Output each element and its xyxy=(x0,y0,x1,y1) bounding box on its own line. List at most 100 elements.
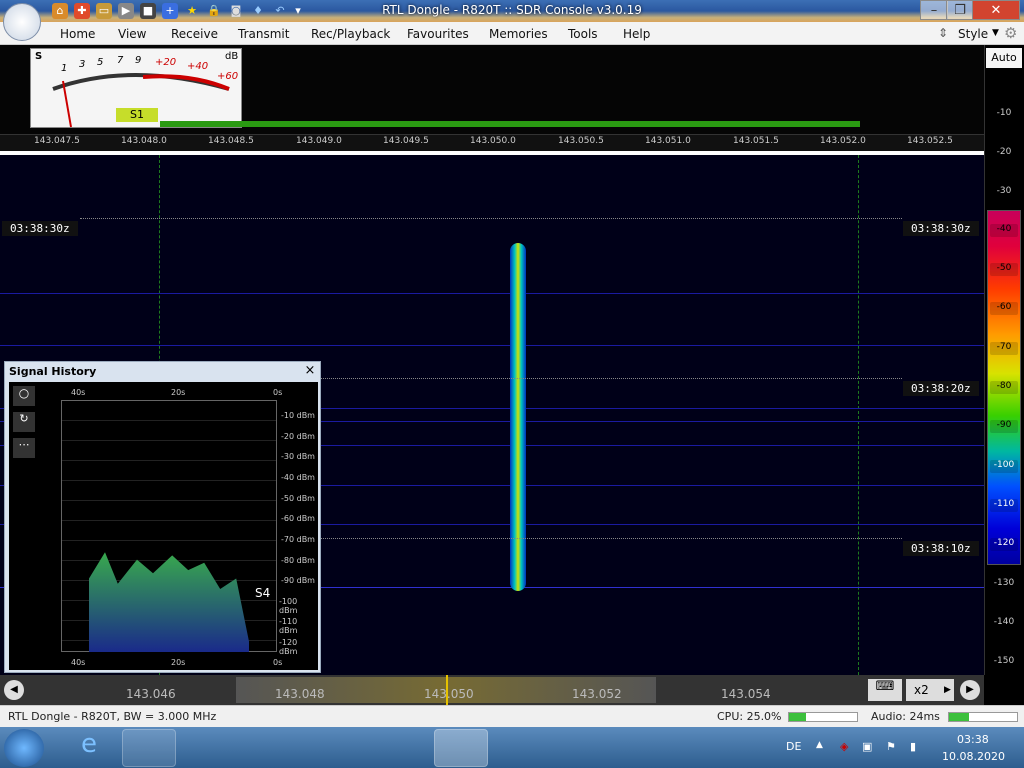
menu-memories[interactable]: Memories xyxy=(489,27,548,41)
word-icon[interactable] xyxy=(372,729,426,767)
history-dbm-label: -40 dBm xyxy=(281,473,315,482)
auto-button[interactable]: Auto xyxy=(986,48,1022,68)
device-icon[interactable]: ▣ xyxy=(862,740,872,753)
undo-icon[interactable]: ↶ xyxy=(272,3,288,19)
stop-icon[interactable]: ■ xyxy=(140,3,156,19)
camera-icon[interactable]: ◙ xyxy=(228,3,244,19)
freq-label: 143.050.5 xyxy=(558,136,604,146)
keyboard-icon[interactable]: ⌨ xyxy=(868,679,902,701)
freq-label: 143.049.0 xyxy=(296,136,342,146)
home-icon[interactable]: ⌂ xyxy=(52,3,68,19)
history-dbm-label: -30 dBm xyxy=(281,452,315,461)
tune-left-button[interactable]: ◀ xyxy=(4,680,24,700)
freq-label: 143.048.5 xyxy=(208,136,254,146)
excel-icon[interactable] xyxy=(310,729,364,767)
history-s-level: S4 xyxy=(255,586,271,600)
tuning-freq-label: 143.050 xyxy=(424,687,474,701)
menu-view[interactable]: View xyxy=(118,27,146,41)
gear-icon[interactable]: ⚙ xyxy=(1004,24,1017,42)
db-label: -100 xyxy=(990,460,1018,473)
freq-label: 143.052.0 xyxy=(820,136,866,146)
timestamp-right: 03:38:30z xyxy=(903,221,979,236)
application-button[interactable] xyxy=(3,3,41,41)
menu-help[interactable]: Help xyxy=(623,27,650,41)
waterfall-line xyxy=(0,345,984,346)
zoom-arrow-icon: ▶ xyxy=(944,685,951,695)
folder-icon[interactable]: ▭ xyxy=(96,3,112,19)
menu-transmit[interactable]: Transmit xyxy=(238,27,289,41)
lock-icon[interactable]: 🔒 xyxy=(206,3,222,19)
history-dbm-label: -90 dBm xyxy=(281,576,315,585)
chrome-icon[interactable] xyxy=(248,729,302,767)
db-label: -60 xyxy=(990,302,1018,315)
lifebuoy-icon[interactable]: ✚ xyxy=(74,3,90,19)
cpu-meter xyxy=(788,712,858,722)
clock-time[interactable]: 03:38 xyxy=(957,733,989,746)
history-reset-button[interactable]: ↻ xyxy=(13,412,35,432)
status-device: RTL Dongle - R820T, BW = 3.000 MHz xyxy=(8,710,217,723)
menu-rec-playback[interactable]: Rec/Playback xyxy=(311,27,390,41)
style-dropdown-icon[interactable]: ▼ xyxy=(992,28,999,38)
db-label: -80 xyxy=(990,381,1018,394)
signal-history-title: Signal History xyxy=(9,365,97,378)
maximize-button[interactable]: ❐ xyxy=(946,0,974,20)
db-label: -30 xyxy=(996,186,1012,196)
start-button[interactable] xyxy=(4,729,44,767)
close-button[interactable]: ✕ xyxy=(972,0,1020,20)
tray-expand-icon[interactable]: ▲ xyxy=(816,740,823,750)
filter-bandwidth-bar[interactable] xyxy=(160,121,860,127)
s-scale-1: 1 xyxy=(61,63,68,74)
minimize-button[interactable]: – xyxy=(920,0,948,20)
signal-history-window[interactable]: Signal History × ○ ↻ ⋯ 40s 20s 0s 40s 20… xyxy=(4,361,321,673)
sdr-console-icon[interactable] xyxy=(434,729,488,767)
history-more-button[interactable]: ⋯ xyxy=(13,438,35,458)
db-label: -110 xyxy=(990,499,1018,512)
zoom-value: x2 xyxy=(914,683,929,697)
drop-icon[interactable]: ♦ xyxy=(250,3,266,19)
freq-label: 143.050.0 xyxy=(470,136,516,146)
internet-explorer-icon[interactable]: e xyxy=(62,729,116,767)
language-indicator[interactable]: DE xyxy=(786,740,801,753)
waterfall-line xyxy=(0,293,984,294)
file-explorer-icon[interactable] xyxy=(122,729,176,767)
freq-label: 143.049.5 xyxy=(383,136,429,146)
filter-edge-right[interactable] xyxy=(858,155,859,675)
menu-tools[interactable]: Tools xyxy=(568,27,598,41)
antivirus-icon[interactable]: ◈ xyxy=(840,740,848,753)
history-dbm-label: -80 dBm xyxy=(281,556,315,565)
menu-bar: Home View Receive Transmit Rec/Playback … xyxy=(0,22,1024,45)
zoom-selector[interactable]: x2 ▶ xyxy=(906,679,954,701)
menu-style[interactable]: Style xyxy=(958,27,988,41)
menu-favourites[interactable]: Favourites xyxy=(407,27,469,41)
signal-history-close-button[interactable]: × xyxy=(303,364,317,378)
spectrum-display[interactable]: S dB 1 3 5 7 9 +20 +40 +60 S1 xyxy=(0,45,984,135)
s-scale-plus40: +40 xyxy=(187,61,209,72)
db-label: -10 xyxy=(996,108,1012,118)
star-icon[interactable]: ★ xyxy=(184,3,200,19)
s-scale-9: 9 xyxy=(135,55,142,66)
network-icon[interactable]: ▮ xyxy=(910,740,916,753)
freq-label: 143.052.5 xyxy=(907,136,953,146)
history-circle-button[interactable]: ○ xyxy=(13,386,35,406)
style-arrow-icon[interactable]: ⇕ xyxy=(938,26,948,40)
menu-home[interactable]: Home xyxy=(60,27,95,41)
db-label: -140 xyxy=(993,617,1015,627)
add-icon[interactable]: + xyxy=(162,3,178,19)
history-time-label: 40s xyxy=(71,388,86,397)
db-label: -40 xyxy=(990,224,1018,237)
tuning-freq-label: 143.046 xyxy=(126,687,176,701)
history-dbm-label: -20 dBm xyxy=(281,432,315,441)
customize-arrow-icon[interactable]: ▾ xyxy=(290,3,306,19)
tune-right-button[interactable]: ▶ xyxy=(960,680,980,700)
flag-icon[interactable]: ⚑ xyxy=(886,740,896,753)
clock-date[interactable]: 10.08.2020 xyxy=(942,750,1005,763)
history-time-label: 0s xyxy=(273,658,283,667)
title-bar: RTL Dongle - R820T :: SDR Console v3.0.1… xyxy=(0,0,1024,22)
db-label: -20 xyxy=(996,147,1012,157)
s-meter-reading: S1 xyxy=(116,108,158,122)
history-dbm-label: -70 dBm xyxy=(281,535,315,544)
play-icon[interactable]: ▶ xyxy=(118,3,134,19)
db-label: -90 xyxy=(990,420,1018,433)
menu-receive[interactable]: Receive xyxy=(171,27,218,41)
media-player-icon[interactable] xyxy=(184,729,238,767)
